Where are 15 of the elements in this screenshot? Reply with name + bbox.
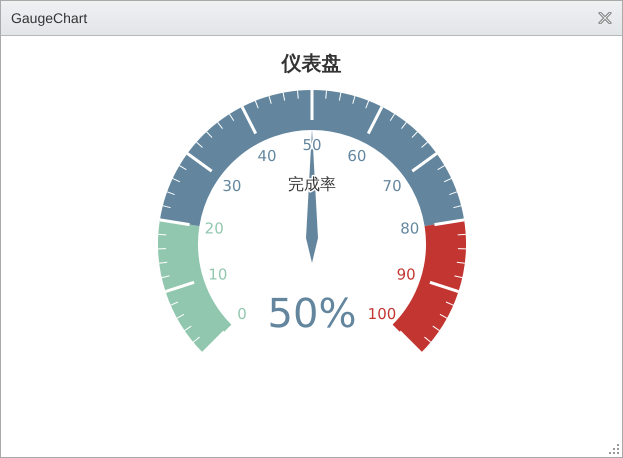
gauge-tick-label: 20 <box>204 220 224 238</box>
close-icon[interactable] <box>598 12 612 24</box>
gauge-tick-label: 100 <box>368 305 396 323</box>
gauge-tick-label: 80 <box>400 220 420 238</box>
gauge-tick-label: 10 <box>208 266 228 284</box>
gauge-tick-label: 60 <box>347 146 366 165</box>
window-title: GaugeChart <box>11 10 88 26</box>
chart-title: 仪表盘 <box>282 50 342 77</box>
gauge-tick-label: 0 <box>237 305 247 323</box>
resize-grip-icon[interactable] <box>609 444 619 454</box>
gauge-reading: 50% <box>268 291 356 337</box>
gauge-tick-label: 70 <box>382 176 402 195</box>
gauge-tick-label: 90 <box>396 266 416 284</box>
gauge-tick-label: 40 <box>258 146 277 165</box>
gauge-tick-label: 30 <box>222 176 242 195</box>
